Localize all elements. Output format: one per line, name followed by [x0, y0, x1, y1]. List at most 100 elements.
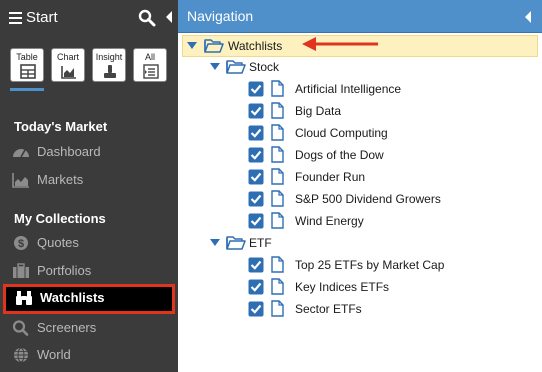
annotation-arrow-icon: [302, 37, 378, 51]
tile-label: All: [144, 52, 155, 62]
watchlist-item-label: Big Data: [295, 104, 342, 118]
document-icon: [271, 102, 284, 119]
watchlist-item[interactable]: Sector ETFs: [248, 298, 528, 320]
active-tile-indicator: [10, 88, 44, 91]
watchlist-item[interactable]: Cloud Computing: [248, 122, 528, 144]
watchlist-item[interactable]: Artificial Intelligence: [248, 78, 528, 100]
watchlist-item[interactable]: Wind Energy: [248, 210, 528, 232]
watchlist-tree: Watchlists Stock Artificial Intelligence…: [178, 33, 542, 372]
checkbox-checked-icon[interactable]: [248, 191, 264, 207]
watchlist-item-label: Top 25 ETFs by Market Cap: [295, 258, 445, 272]
tile-label: Insight: [95, 52, 123, 62]
document-icon: [271, 168, 284, 185]
section-title-my-collections: My Collections: [14, 211, 106, 226]
watchlist-item[interactable]: Key Indices ETFs: [248, 276, 528, 298]
document-icon: [271, 278, 284, 295]
open-folder-icon: [226, 60, 246, 74]
navigation-panel-header: Navigation: [178, 0, 542, 33]
watchlist-item-label: Artificial Intelligence: [295, 82, 402, 96]
checkbox-checked-icon[interactable]: [248, 257, 264, 273]
dashboard-icon: [13, 149, 29, 158]
tile-label: Chart: [56, 52, 79, 62]
watchlist-item[interactable]: Top 25 ETFs by Market Cap: [248, 254, 528, 276]
collapse-sidebar-icon[interactable]: [164, 10, 174, 24]
watchlist-item[interactable]: Founder Run: [248, 166, 528, 188]
sidebar-item-label: World: [37, 347, 71, 362]
checkbox-checked-icon[interactable]: [248, 103, 264, 119]
sidebar-item-world[interactable]: World: [0, 341, 178, 369]
sidebar-item-portfolios[interactable]: Portfolios: [0, 257, 178, 285]
tile-all[interactable]: All: [133, 48, 167, 82]
checkbox-checked-icon[interactable]: [248, 279, 264, 295]
sidebar-item-markets[interactable]: Markets: [0, 166, 178, 194]
watchlist-item-label: Dogs of the Dow: [295, 148, 384, 162]
watchlist-item-label: Cloud Computing: [295, 126, 388, 140]
sidebar-item-label: Watchlists: [40, 290, 105, 305]
document-icon: [271, 124, 284, 141]
tree-group-label: ETF: [249, 236, 272, 250]
globe-icon: [14, 347, 28, 363]
watchlist-item-label: S&P 500 Dividend Growers: [295, 192, 441, 206]
left-sidebar: Start Table Chart Insight All Today's Ma…: [0, 0, 178, 372]
expand-caret-icon[interactable]: [210, 239, 220, 247]
tile-chart[interactable]: Chart: [51, 48, 85, 82]
tree-group-stock[interactable]: Stock: [206, 56, 406, 78]
open-folder-icon: [204, 39, 224, 53]
briefcase-icon: [13, 263, 29, 278]
tree-group-etf[interactable]: ETF: [206, 232, 406, 254]
open-folder-icon: [226, 236, 246, 250]
document-icon: [271, 80, 284, 97]
list-icon: [143, 64, 159, 79]
watchlist-item[interactable]: Dogs of the Dow: [248, 144, 528, 166]
checkbox-checked-icon[interactable]: [248, 147, 264, 163]
checkbox-checked-icon[interactable]: [248, 169, 264, 185]
watchlist-item[interactable]: Big Data: [248, 100, 528, 122]
collapse-panel-icon[interactable]: [524, 11, 532, 23]
tile-label: Table: [16, 52, 38, 62]
search-icon[interactable]: [138, 9, 156, 27]
watchlist-item[interactable]: S&P 500 Dividend Growers: [248, 188, 528, 210]
sidebar-item-dashboard[interactable]: Dashboard: [0, 138, 178, 166]
sidebar-header: Start: [0, 0, 178, 36]
search-icon: [12, 320, 29, 336]
tree-root-label: Watchlists: [228, 39, 283, 53]
dollar-icon: $: [14, 236, 28, 250]
sidebar-item-label: Markets: [37, 172, 84, 187]
sidebar-item-label: Dashboard: [37, 144, 101, 159]
binoculars-icon: [16, 291, 32, 305]
sidebar-item-quotes[interactable]: $ Quotes: [0, 229, 178, 257]
document-icon: [271, 146, 284, 163]
svg-text:$: $: [18, 238, 24, 250]
view-tiles: Table Chart Insight All: [10, 48, 167, 82]
document-icon: [271, 212, 284, 229]
document-icon: [271, 256, 284, 273]
tree-group-label: Stock: [249, 60, 280, 74]
sidebar-item-screeners[interactable]: Screeners: [0, 314, 178, 342]
sidebar-title[interactable]: Start: [26, 9, 58, 26]
expand-caret-icon[interactable]: [210, 63, 220, 71]
sidebar-item-label: Quotes: [37, 235, 79, 250]
sidebar-item-watchlists[interactable]: Watchlists: [3, 284, 175, 314]
document-icon: [271, 190, 284, 207]
chart-icon: [61, 66, 76, 79]
watchlist-item-label: Wind Energy: [295, 214, 364, 228]
watchlist-item-label: Key Indices ETFs: [295, 280, 390, 294]
watchlist-item-label: Sector ETFs: [295, 302, 362, 316]
checkbox-checked-icon[interactable]: [248, 213, 264, 229]
tile-insight[interactable]: Insight: [92, 48, 126, 82]
checkbox-checked-icon[interactable]: [248, 125, 264, 141]
sidebar-item-label: Screeners: [37, 320, 97, 335]
insight-icon: [104, 65, 116, 78]
section-title-todays-market: Today's Market: [14, 119, 108, 134]
sidebar-item-label: Portfolios: [37, 263, 92, 278]
tile-table[interactable]: Table: [10, 48, 44, 82]
checkbox-checked-icon[interactable]: [248, 301, 264, 317]
checkbox-checked-icon[interactable]: [248, 81, 264, 97]
table-icon: [20, 64, 36, 79]
hamburger-menu-icon[interactable]: [9, 12, 22, 24]
panel-title: Navigation: [187, 8, 254, 24]
expand-caret-icon[interactable]: [187, 42, 197, 50]
document-icon: [271, 300, 284, 317]
watchlist-item-label: Founder Run: [295, 170, 366, 184]
area-chart-icon: [12, 173, 29, 188]
